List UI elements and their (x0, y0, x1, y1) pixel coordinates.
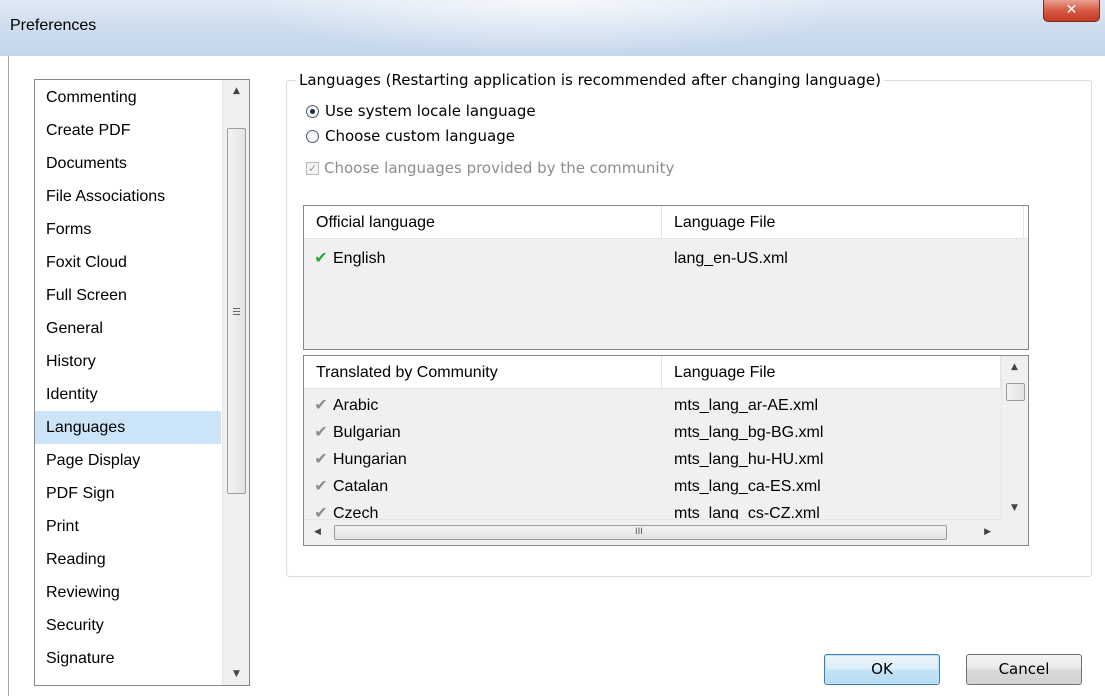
sidebar-item-history[interactable]: History (35, 345, 221, 378)
gray-check-icon: ✔ (314, 478, 328, 495)
close-button[interactable]: ✕ (1043, 0, 1100, 22)
sidebar-item-pdf-sign[interactable]: PDF Sign (35, 477, 221, 510)
sidebar-scroll-thumb[interactable] (227, 128, 246, 494)
table-row[interactable]: ✔ Arabic mts_lang_ar-AE.xml (304, 392, 1001, 419)
community-language-table[interactable]: Translated by Community Language File ✔ A… (303, 355, 1029, 546)
radio-unchecked-icon[interactable] (306, 129, 319, 143)
ok-button[interactable]: OK (824, 654, 940, 685)
category-list-items: Commenting Create PDF Documents File Ass… (35, 80, 221, 675)
column-header-official-language[interactable]: Official language (304, 206, 662, 239)
community-table-header: Translated by Community Language File (304, 356, 1001, 389)
community-table-hscroll[interactable]: ◀ III ▶ (304, 519, 1001, 545)
table-row[interactable]: ✔ Catalan mts_lang_ca-ES.xml (304, 473, 1001, 500)
community-language-name: Hungarian (333, 451, 407, 468)
scroll-up-arrow-icon[interactable]: ▲ (1011, 362, 1018, 372)
official-language-name: English (333, 250, 386, 267)
sidebar-item-documents[interactable]: Documents (35, 147, 221, 180)
sidebar-item-file-associations[interactable]: File Associations (35, 180, 221, 213)
gray-check-icon: ✔ (314, 397, 328, 414)
community-vscroll-thumb[interactable] (1006, 383, 1025, 401)
sidebar-scrollbar[interactable]: ▲ ▼ (222, 80, 249, 685)
community-language-file: mts_lang_ar-AE.xml (674, 397, 819, 414)
close-icon: ✕ (1065, 2, 1078, 18)
table-row[interactable]: ✔ Bulgarian mts_lang_bg-BG.xml (304, 419, 1001, 446)
sidebar-item-full-screen[interactable]: Full Screen (35, 279, 221, 312)
official-language-file: lang_en-US.xml (674, 250, 788, 267)
checkbox-checked-icon: ✓ (306, 161, 319, 175)
community-table-body: ✔ Arabic mts_lang_ar-AE.xml ✔ Bulgarian mt… (304, 389, 1001, 522)
column-header-translated-by-community[interactable]: Translated by Community (304, 356, 662, 389)
column-header-language-file[interactable]: Language File (662, 356, 1001, 389)
community-languages-label: Choose languages provided by the communi… (324, 159, 675, 177)
community-languages-checkbox: ✓ Choose languages provided by the commu… (306, 159, 674, 177)
choose-custom-language-label: Choose custom language (325, 127, 515, 145)
scroll-right-arrow-icon[interactable]: ▶ (984, 527, 991, 537)
scrollbar-corner (1001, 519, 1028, 545)
official-table-header: Official language Language File (304, 206, 1028, 239)
sidebar-item-commenting[interactable]: Commenting (35, 81, 221, 114)
sidebar-item-create-pdf[interactable]: Create PDF (35, 114, 221, 147)
radio-checked-icon[interactable] (306, 104, 319, 118)
table-row[interactable]: ✔ Hungarian mts_lang_hu-HU.xml (304, 446, 1001, 473)
use-system-locale-label: Use system locale language (325, 102, 536, 120)
choose-custom-language-option[interactable]: Choose custom language (306, 127, 515, 145)
official-language-table[interactable]: Official language Language File ✔ English… (303, 205, 1029, 350)
gray-check-icon: ✔ (314, 451, 328, 468)
green-check-icon: ✔ (314, 250, 328, 267)
community-language-name: Bulgarian (333, 424, 401, 441)
community-language-file: mts_lang_ca-ES.xml (674, 478, 821, 495)
sidebar-item-forms[interactable]: Forms (35, 213, 221, 246)
community-language-name: Catalan (333, 478, 389, 495)
community-language-file: mts_lang_bg-BG.xml (674, 424, 824, 441)
sidebar-item-general[interactable]: General (35, 312, 221, 345)
sidebar-item-foxit-cloud[interactable]: Foxit Cloud (35, 246, 221, 279)
gray-check-icon: ✔ (314, 424, 328, 441)
preferences-category-list[interactable]: Commenting Create PDF Documents File Ass… (34, 79, 250, 686)
cancel-button[interactable]: Cancel (966, 654, 1082, 685)
sidebar-item-identity[interactable]: Identity (35, 378, 221, 411)
scroll-down-arrow-icon[interactable]: ▼ (1011, 503, 1018, 513)
sidebar-item-reviewing[interactable]: Reviewing (35, 576, 221, 609)
scroll-left-arrow-icon[interactable]: ◀ (314, 527, 321, 537)
window-title: Preferences (10, 17, 97, 34)
official-table-body: ✔ English lang_en-US.xml (304, 239, 1028, 349)
table-row[interactable]: ✔ English lang_en-US.xml (304, 245, 1028, 272)
sidebar-item-languages[interactable]: Languages (35, 411, 221, 444)
sidebar-item-page-display[interactable]: Page Display (35, 444, 221, 477)
column-header-language-file[interactable]: Language File (662, 206, 1024, 239)
title-bar: Preferences ✕ (0, 0, 1105, 56)
community-language-name: Arabic (333, 397, 379, 414)
sidebar-item-print[interactable]: Print (35, 510, 221, 543)
scroll-up-arrow-icon[interactable]: ▲ (223, 80, 249, 102)
sidebar-item-reading[interactable]: Reading (35, 543, 221, 576)
languages-group-title: Languages (Restarting application is rec… (296, 71, 884, 89)
sidebar-item-security[interactable]: Security (35, 609, 221, 642)
community-hscroll-thumb[interactable]: III (334, 525, 947, 540)
title-bar-shine (240, 0, 860, 56)
sidebar-item-signature[interactable]: Signature (35, 642, 221, 675)
scroll-down-arrow-icon[interactable]: ▼ (223, 663, 249, 685)
community-language-file: mts_lang_hu-HU.xml (674, 451, 824, 468)
use-system-locale-option[interactable]: Use system locale language (306, 102, 536, 120)
community-table-vscroll[interactable]: ▲ ▼ (1001, 356, 1028, 519)
